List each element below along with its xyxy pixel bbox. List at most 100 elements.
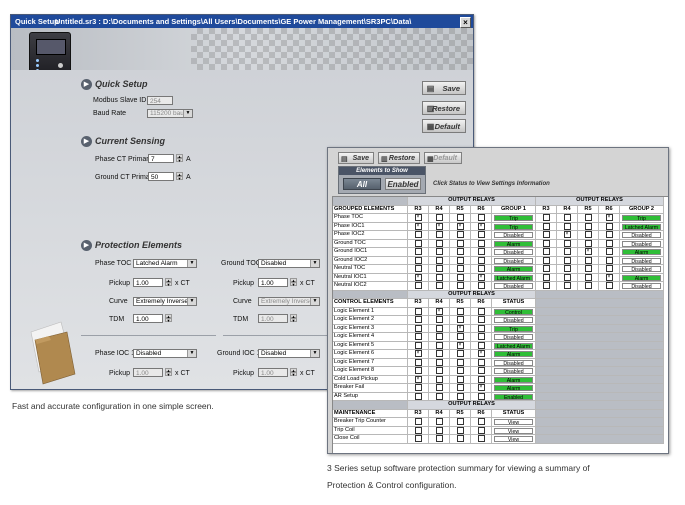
status-button[interactable]: Disabled <box>494 334 533 341</box>
show-all-toggle[interactable]: All <box>343 178 381 190</box>
relay-checkbox[interactable] <box>477 418 485 425</box>
relay-checkbox[interactable] <box>435 333 443 340</box>
status-button[interactable]: View <box>494 436 533 443</box>
relay-checkbox[interactable]: × <box>414 214 422 221</box>
phase-toc-tdm-spinner[interactable]: ▲ ▼ <box>165 314 172 323</box>
ground-toc-select[interactable]: Disabled ▼ <box>258 259 320 268</box>
chevron-down-icon[interactable]: ▼ <box>310 260 319 267</box>
relay-checkbox[interactable] <box>605 231 613 238</box>
phase-ct-primary-input[interactable]: 7 <box>148 154 174 163</box>
relay-checkbox[interactable] <box>477 435 485 442</box>
spin-down-icon[interactable]: ▼ <box>165 318 172 323</box>
relay-checkbox[interactable]: × <box>477 384 485 391</box>
relay-checkbox[interactable] <box>435 384 443 391</box>
status-button[interactable]: Disabled <box>494 232 533 239</box>
relay-checkbox[interactable]: × <box>477 350 485 357</box>
relay-checkbox[interactable] <box>477 248 485 255</box>
relay-checkbox[interactable] <box>584 256 592 264</box>
relay-checkbox[interactable] <box>435 341 443 349</box>
relay-checkbox[interactable] <box>563 248 571 255</box>
relay-checkbox[interactable] <box>456 256 464 264</box>
relay-checkbox[interactable]: × <box>584 248 592 255</box>
relay-checkbox[interactable]: × <box>414 222 422 230</box>
relay-checkbox[interactable] <box>456 392 464 400</box>
ground-ct-primary-input[interactable]: 50 <box>148 172 174 181</box>
default-button[interactable]: ▦ Default <box>424 152 462 164</box>
relay-checkbox[interactable] <box>456 265 464 272</box>
chevron-down-icon[interactable]: ▼ <box>187 350 196 357</box>
relay-checkbox[interactable] <box>435 231 443 238</box>
spin-down-icon[interactable]: ▼ <box>290 282 297 287</box>
status-button[interactable]: Control <box>494 308 533 315</box>
phase-toc-pickup-spinner[interactable]: ▲ ▼ <box>165 278 172 287</box>
relay-checkbox[interactable] <box>414 358 422 366</box>
spin-down-icon[interactable]: ▼ <box>165 282 172 287</box>
status-button[interactable]: Latched Alarm <box>622 223 661 230</box>
relay-checkbox[interactable] <box>435 282 443 289</box>
relay-checkbox[interactable] <box>414 333 422 340</box>
save-button[interactable]: ▤ Save <box>422 81 466 95</box>
relay-checkbox[interactable] <box>414 256 422 264</box>
relay-checkbox[interactable] <box>477 282 485 289</box>
relay-checkbox[interactable] <box>584 282 592 289</box>
relay-checkbox[interactable]: × <box>435 307 443 315</box>
relay-checkbox[interactable] <box>414 239 422 247</box>
status-button[interactable]: Alarm <box>494 385 533 392</box>
relay-checkbox[interactable] <box>542 273 550 281</box>
relay-checkbox[interactable] <box>456 350 464 357</box>
ground-toc-tdm-spinner[interactable]: ▲ ▼ <box>290 314 297 323</box>
relay-checkbox[interactable] <box>435 367 443 374</box>
relay-checkbox[interactable] <box>584 273 592 281</box>
relay-checkbox[interactable] <box>584 265 592 272</box>
status-button[interactable]: Disabled <box>494 249 533 256</box>
phase-ct-spinner[interactable]: ▲ ▼ <box>176 154 183 163</box>
relay-checkbox[interactable] <box>477 367 485 374</box>
relay-checkbox[interactable] <box>456 435 464 442</box>
relay-checkbox[interactable] <box>435 435 443 442</box>
status-button[interactable]: Disabled <box>622 240 661 247</box>
relay-checkbox[interactable] <box>435 248 443 255</box>
ground-toc-curve-select[interactable]: Extremely Inverse ▼ <box>258 297 320 306</box>
relay-checkbox[interactable] <box>435 375 443 383</box>
relay-checkbox[interactable] <box>435 350 443 357</box>
spin-down-icon[interactable]: ▼ <box>290 318 297 323</box>
relay-checkbox[interactable] <box>456 239 464 247</box>
relay-checkbox[interactable] <box>435 392 443 400</box>
relay-checkbox[interactable] <box>563 222 571 230</box>
relay-checkbox[interactable] <box>477 358 485 366</box>
relay-checkbox[interactable] <box>456 375 464 383</box>
ground-ioc1-pickup-spinner[interactable]: ▲ ▼ <box>290 368 297 377</box>
relay-checkbox[interactable] <box>414 282 422 289</box>
relay-checkbox[interactable]: × <box>456 324 464 332</box>
relay-checkbox[interactable] <box>414 307 422 315</box>
relay-checkbox[interactable]: × <box>477 222 485 230</box>
relay-checkbox[interactable] <box>456 282 464 289</box>
status-button[interactable]: Alarm <box>494 240 533 247</box>
relay-checkbox[interactable] <box>435 239 443 247</box>
relay-checkbox[interactable] <box>414 265 422 272</box>
ground-ioc1-pickup-input[interactable]: 1.00 <box>258 368 288 377</box>
baud-rate-select[interactable]: 115200 baud ▼ <box>147 109 193 118</box>
status-button[interactable]: Disabled <box>494 257 533 264</box>
relay-checkbox[interactable] <box>414 248 422 255</box>
relay-checkbox[interactable]: × <box>414 375 422 383</box>
ground-toc-pickup-spinner[interactable]: ▲ ▼ <box>290 278 297 287</box>
relay-checkbox[interactable] <box>563 265 571 272</box>
relay-checkbox[interactable] <box>563 239 571 247</box>
relay-checkbox[interactable] <box>477 256 485 264</box>
relay-checkbox[interactable] <box>456 316 464 323</box>
relay-checkbox[interactable] <box>542 265 550 272</box>
relay-checkbox[interactable] <box>414 341 422 349</box>
spin-down-icon[interactable]: ▼ <box>176 176 183 181</box>
relay-checkbox[interactable] <box>605 282 613 289</box>
relay-checkbox[interactable] <box>477 231 485 238</box>
relay-checkbox[interactable] <box>584 222 592 230</box>
relay-checkbox[interactable] <box>414 418 422 425</box>
relay-checkbox[interactable] <box>435 358 443 366</box>
relay-checkbox[interactable] <box>605 265 613 272</box>
phase-ioc1-pickup-spinner[interactable]: ▲ ▼ <box>165 368 172 377</box>
phase-toc-pickup-input[interactable]: 1.00 <box>133 278 163 287</box>
ground-ct-spinner[interactable]: ▲ ▼ <box>176 172 183 181</box>
relay-checkbox[interactable] <box>563 273 571 281</box>
relay-checkbox[interactable] <box>435 426 443 434</box>
